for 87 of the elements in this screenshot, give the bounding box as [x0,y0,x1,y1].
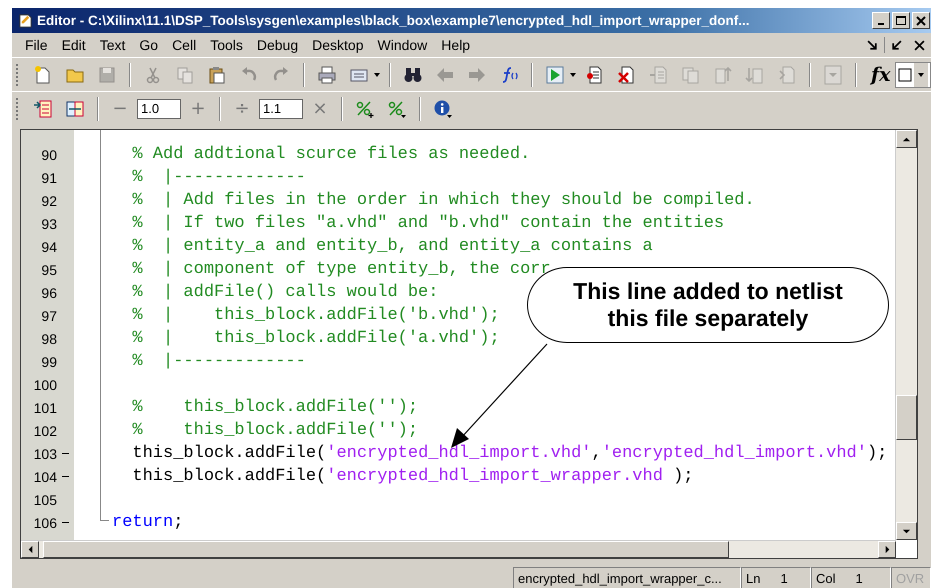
menu-item[interactable]: File [18,37,55,53]
line-number: 101 [32,400,57,416]
printer-icon [317,64,337,84]
menu-item[interactable]: Window [370,37,434,53]
status-file-name: encrypted_hdl_import_wrapper_c... [513,567,741,588]
horizontal-scrollbar[interactable] [21,540,896,558]
caret-icon [914,62,928,86]
code-line: this_block.addFile('encrypted_hdl_import_wrapper.vhd ); [131,467,694,486]
line-number: 100 [32,376,57,392]
line-number: 103 [32,446,57,462]
code-line: % this_block.addFile(''); [131,421,418,440]
down-arrow-icon[interactable] [902,526,911,536]
number-field[interactable]: 1.1 [259,98,303,118]
caret-icon[interactable] [569,70,577,78]
column-value: 1 [856,570,863,586]
code-line: % Add addtional scurce files as needed. [131,145,530,164]
close-button[interactable] [912,12,930,29]
maximize-icon [896,16,906,26]
code-line: % | If two files "a.vhd" and "b.vhd" contain the entities [131,214,724,233]
page-pair-icon [65,98,85,118]
number-field[interactable]: 1.0 [137,98,181,118]
menu-item[interactable]: Tools [203,37,250,53]
step-page-icon [649,64,669,84]
line-number: 98 [40,330,57,346]
scrollbar-thumb[interactable] [896,395,917,440]
right-arrow-icon[interactable] [882,545,892,554]
percent-plus-icon [355,98,375,118]
window-title: Editor - C:\Xilinx\11.1\DSP_Tools\sysgen\examples\black_box\example7\encrypted_hdl_import_wrapper_donf... [37,13,750,28]
exit-page-icon [777,64,797,84]
dock-icon[interactable] [891,40,902,50]
menu-item[interactable]: Cell [165,37,204,53]
caret-icon[interactable] [373,70,381,78]
page-arrow-icon [33,98,53,118]
code-line: % | this_block.addFile('a.vhd'); [131,329,500,348]
percent-caret-icon [387,98,407,118]
line-number: 99 [40,354,57,370]
run-icon [545,64,565,84]
undock-icon[interactable] [867,40,878,50]
clipboard-icon [207,64,227,84]
code-line: % this_block.addFile(''); [131,398,418,417]
menu-item[interactable]: Text [92,37,132,53]
code-line: this_block.addFile('encrypted_hdl_import.vhd','encrypted_hdl_import.vhd'); [131,444,888,463]
menu-item[interactable]: Help [434,37,478,53]
menu-item[interactable]: Debug [250,37,306,53]
code-line: % | component of type entity_b, the corr [131,260,551,279]
code-line: % | this_block.addFile('b.vhd'); [131,306,500,325]
menu-item[interactable]: Edit [54,37,93,53]
line-number: 95 [40,262,57,278]
line-number: 97 [40,308,57,324]
code-line: return; [112,513,184,532]
line-number: 105 [32,492,57,508]
line-value: 1 [780,570,788,586]
line-number: 90 [40,146,57,162]
column-label: Col [816,570,836,586]
copy-icon [175,64,195,84]
dropdown-icon [823,64,843,84]
code-line: % |------------- [131,352,306,371]
scrollbar-thumb[interactable] [43,541,729,558]
function-dropdown[interactable] [894,62,931,88]
line-number: 96 [40,284,57,300]
close-icon[interactable] [914,40,925,50]
function-label: fx [871,64,891,86]
line-number: 102 [32,422,57,438]
minimize-button[interactable] [872,12,890,29]
line-number: 104 [32,468,57,484]
save-icon [97,64,117,84]
menu-item[interactable]: Go [132,37,166,53]
menu-item[interactable]: Desktop [305,37,370,53]
close-icon [916,16,926,26]
line-number: 91 [40,170,57,186]
line-number: 93 [40,216,57,232]
line-label: Ln [746,570,760,586]
square-icon [898,68,912,82]
line-number: 106 [32,514,57,530]
line-number: 94 [40,238,57,254]
code-line: % | addFile() calls would be: [131,283,438,302]
code-line: % |------------- [131,168,306,187]
line-number: 92 [40,192,57,208]
stack-page-icon [681,64,701,84]
code-line: % | entity_a and entity_b, and entity_a contains a [131,237,653,256]
code-line: % | Add files in the order in which they should be compiled. [131,191,755,210]
document-icon [18,13,33,28]
vertical-scrollbar[interactable] [895,130,917,540]
maximize-button[interactable] [892,12,910,29]
step-out-icon [713,64,733,84]
minimize-icon [878,23,884,25]
info-icon [433,98,453,118]
